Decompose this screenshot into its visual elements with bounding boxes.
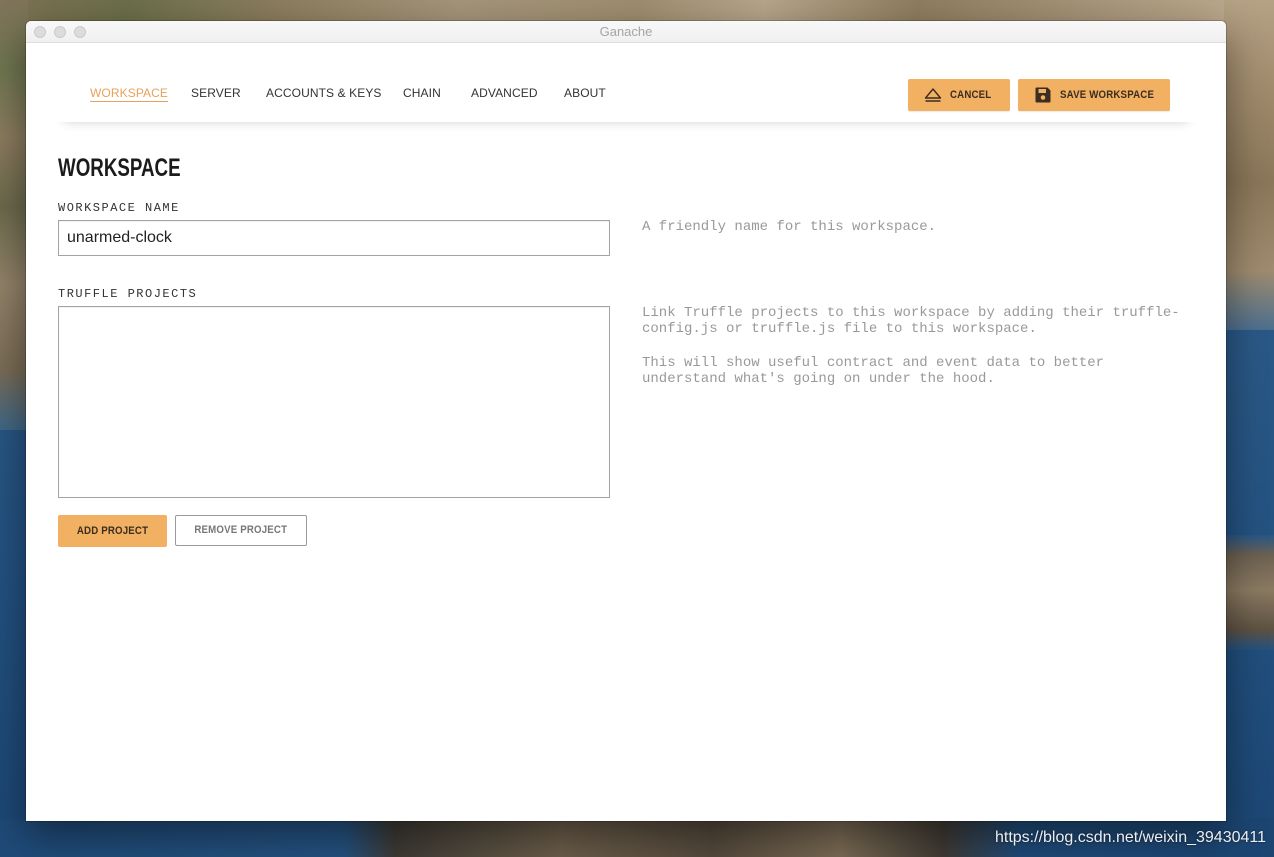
desktop-wallpaper-right-mid xyxy=(1224,535,1274,650)
add-project-button[interactable]: ADD PROJECT xyxy=(58,515,167,547)
tab-advanced[interactable]: ADVANCED xyxy=(471,86,538,102)
save-workspace-button-label: SAVE WORKSPACE xyxy=(1060,88,1155,101)
cancel-button[interactable]: CANCEL xyxy=(908,79,1010,111)
save-workspace-button[interactable]: SAVE WORKSPACE xyxy=(1018,79,1170,111)
remove-project-button[interactable]: REMOVE PROJECT xyxy=(175,515,307,546)
truffle-projects-help-link: Link Truffle projects to this workspace … xyxy=(642,305,1180,337)
remove-project-button-label: REMOVE PROJECT xyxy=(194,524,288,536)
tab-workspace[interactable]: WORKSPACE xyxy=(90,86,169,102)
truffle-projects-list[interactable] xyxy=(58,306,610,498)
truffle-projects-label: TRUFFLE PROJECTS xyxy=(58,287,198,301)
watermark-url: https://blog.csdn.net/weixin_39430411 xyxy=(994,829,1266,846)
truffle-projects-help: Link Truffle projects to this workspace … xyxy=(642,305,1188,405)
app-window: Ganache WORKSPACE SERVER ACCOUNTS & KEYS… xyxy=(26,21,1226,821)
tab-server[interactable]: SERVER xyxy=(191,86,241,102)
add-project-button-label: ADD PROJECT xyxy=(76,524,149,537)
page-title: WORKSPACE xyxy=(58,154,181,182)
workspace-name-label: WORKSPACE NAME xyxy=(58,201,180,215)
eject-icon xyxy=(924,88,942,102)
cancel-button-label: CANCEL xyxy=(950,88,992,101)
settings-header: WORKSPACE SERVER ACCOUNTS & KEYS CHAIN A… xyxy=(54,43,1198,122)
truffle-projects-help-info: This will show useful contract and event… xyxy=(642,355,1105,387)
workspace-name-help: A friendly name for this workspace. xyxy=(642,219,937,235)
tab-about[interactable]: ABOUT xyxy=(564,86,606,102)
desktop-wallpaper-right-top xyxy=(1224,0,1274,330)
save-icon xyxy=(1035,87,1051,103)
workspace-name-input[interactable] xyxy=(58,220,610,256)
tab-accounts-keys[interactable]: ACCOUNTS & KEYS xyxy=(266,86,382,102)
desktop-wallpaper-left xyxy=(0,0,28,430)
tab-chain[interactable]: CHAIN xyxy=(403,86,441,102)
title-bar[interactable]: Ganache xyxy=(26,21,1226,43)
window-title: Ganache xyxy=(599,24,653,39)
